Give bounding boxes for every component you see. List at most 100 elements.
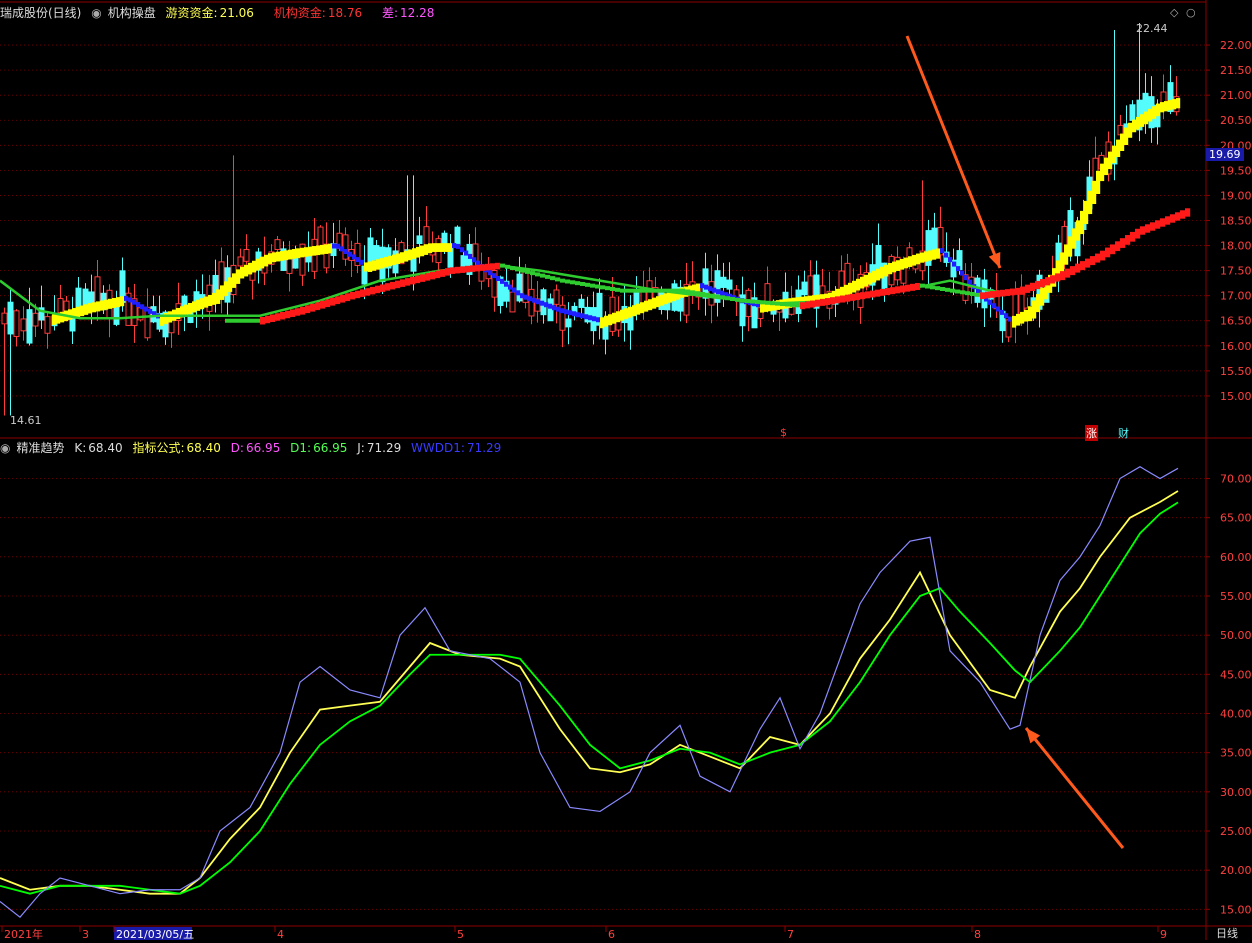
corner-dot-icon: ○ (1186, 6, 1196, 19)
blue-band-step (720, 290, 725, 296)
yellow-band-step (936, 248, 941, 259)
candle-body (1129, 104, 1136, 121)
yellow-band-step (224, 281, 229, 296)
red-band-step (1000, 289, 1006, 297)
yellow-band-step (200, 298, 205, 310)
blue-band-step (124, 295, 129, 301)
red-band-step (660, 288, 666, 293)
red-band-step (255, 318, 261, 323)
candle-body (1005, 319, 1012, 338)
blue-band-step (132, 299, 137, 305)
marker-rise[interactable]: 涨 (1085, 425, 1098, 441)
red-band-step (1075, 263, 1081, 273)
d1-label: D1: (290, 441, 312, 455)
price-tick-label: 17.50 (1220, 265, 1252, 278)
yellow-band-step (112, 297, 117, 308)
yellow-band-step (1032, 300, 1037, 319)
top-panel-header: 瑞成股份(日线) ◉ 机构操盘 游资资金: 21.06 机构资金: 18.76 差: 1… (0, 4, 440, 22)
yellow-band-step (1124, 127, 1129, 146)
yellow-band-step (192, 301, 197, 313)
red-band-step (795, 303, 801, 308)
red-band-step (445, 268, 451, 276)
red-band-step (875, 289, 881, 297)
yellow-band-step (184, 304, 189, 316)
red-band-step (495, 262, 501, 270)
yellow-band-step (608, 314, 613, 326)
blue-band-step (716, 289, 721, 295)
settings-icon[interactable]: ◉ (91, 6, 101, 20)
bottom-panel-header: ◉ 精准趋势 K: 68.40 指标公式: 68.40 D: 66.95 D1: 66.9… (0, 439, 507, 457)
red-band-step (265, 315, 271, 324)
yellow-band-step (648, 299, 653, 311)
yellow-band-step (1128, 122, 1133, 138)
red-band-step (305, 305, 311, 314)
candle-body (509, 291, 516, 313)
red-band-step (680, 288, 686, 293)
yellow-band-step (640, 302, 645, 314)
red-band-step (350, 291, 356, 300)
red-band-step (945, 287, 951, 292)
stock-chart[interactable]: 15.00 15.50 16.00 16.50 17.00 17.50 18.00 18.50… (0, 0, 1252, 941)
yellow-band-step (1104, 157, 1109, 176)
red-band-step (605, 286, 611, 291)
red-band-step (890, 287, 896, 295)
red-band-step (555, 277, 561, 282)
blue-band-step (940, 248, 945, 254)
current-price-badge: 19.69 (1206, 148, 1244, 161)
x-tick-label: 6 (608, 928, 615, 940)
yellow-band-step (892, 261, 897, 273)
blue-band-step (340, 246, 345, 252)
red-band-step (490, 263, 496, 270)
blue-band-step (540, 300, 545, 306)
red-band-step (885, 288, 891, 296)
red-band-step (705, 292, 711, 297)
yellow-band-step (856, 278, 861, 291)
yellow-band-step (100, 300, 105, 311)
chart-canvas[interactable]: 15.00 15.50 16.00 16.50 17.00 17.50 18.00 18.50… (0, 0, 1252, 941)
yellow-band-step (324, 244, 329, 254)
marker-wealth[interactable]: 财 (1118, 425, 1129, 441)
red-band-step (770, 301, 776, 306)
period-label[interactable]: 日线 (1216, 925, 1238, 941)
osc-tick-label: 40.00 (1220, 708, 1252, 721)
marker-dollar[interactable]: $ (780, 426, 787, 439)
yellow-band-step (260, 256, 265, 269)
blue-band-step (704, 284, 709, 290)
red-band-step (1165, 216, 1171, 225)
red-band-step (1045, 277, 1051, 286)
red-band-step (415, 275, 421, 284)
yellow-band-step (1024, 309, 1029, 322)
red-band-step (1135, 228, 1141, 239)
red-band-step (730, 297, 736, 302)
blue-band-step (520, 293, 525, 299)
red-band-step (425, 273, 431, 281)
yellow-band-step (1060, 252, 1065, 273)
red-band-step (1090, 256, 1096, 266)
red-band-step (825, 298, 831, 306)
settings-icon[interactable]: ◉ (0, 441, 10, 455)
x-tick-label: 8 (974, 928, 981, 940)
red-band-step (655, 288, 661, 293)
red-band-step (565, 279, 571, 284)
indicator-name: 机构操盘 (107, 6, 156, 20)
blue-band-step (352, 254, 357, 260)
blue-band-step (560, 308, 565, 314)
red-band-step (990, 291, 996, 298)
osc-line-k (0, 490, 1179, 895)
yellow-band-step (84, 304, 89, 315)
yellow-band-step (628, 306, 633, 318)
yellow-band-step (116, 297, 121, 308)
candle-body (1, 312, 8, 325)
red-band-step (440, 269, 446, 277)
osc-tick-label: 70.00 (1220, 473, 1252, 486)
red-band-step (670, 288, 676, 293)
red-band-step (360, 289, 366, 297)
wwd-label: WWDD1: (411, 441, 465, 455)
red-band-step (950, 288, 956, 293)
red-band-step (765, 300, 771, 305)
yellow-band-step (380, 258, 385, 269)
red-band-step (535, 272, 541, 277)
red-band-step (1055, 273, 1061, 282)
yellow-band-step (120, 296, 125, 307)
red-band-step (1085, 258, 1091, 268)
